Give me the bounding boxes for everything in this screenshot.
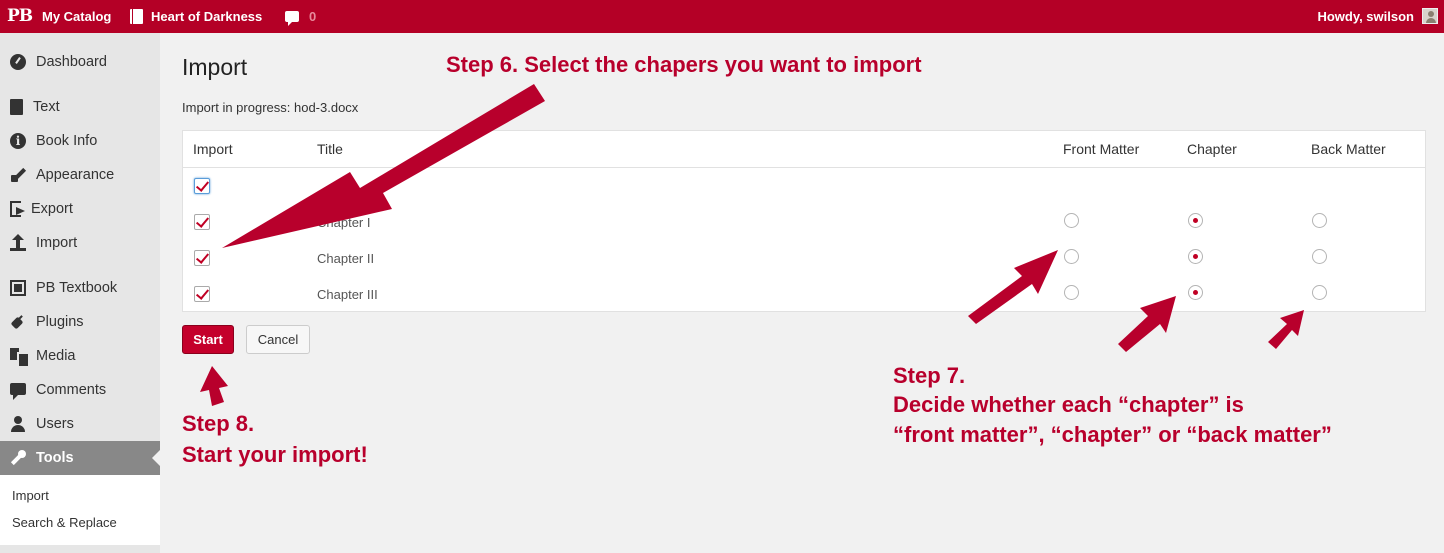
import-checkbox[interactable] — [194, 250, 210, 266]
sidebar-item-label: Users — [36, 416, 74, 432]
tools-submenu: Import Search & Replace — [0, 475, 160, 545]
import-progress-text: Import in progress: hod-3.docx — [182, 100, 359, 115]
annotation-step6: Step 6. Select the chapers you want to i… — [446, 52, 922, 77]
submenu-item-import[interactable]: Import — [12, 488, 49, 503]
user-icon — [10, 416, 26, 432]
sidebar-item-label: Text — [33, 99, 60, 115]
comments-link[interactable]: 0 — [285, 9, 317, 26]
sidebar-item-label: Appearance — [36, 167, 115, 183]
back-matter-radio[interactable] — [1312, 285, 1327, 300]
sidebar-item-tools[interactable]: Tools — [0, 441, 160, 475]
header-divider — [183, 167, 1425, 168]
submenu-item-search-replace[interactable]: Search & Replace — [12, 515, 117, 530]
column-header-back-matter: Back Matter — [1311, 141, 1386, 157]
back-matter-radio[interactable] — [1312, 249, 1327, 264]
pressbooks-logo[interactable]: PB — [7, 6, 33, 26]
comment-count: 0 — [309, 9, 317, 24]
chapter-radio[interactable] — [1188, 249, 1203, 264]
sidebar-item-label: PB Textbook — [36, 280, 118, 296]
comment-icon — [285, 11, 299, 26]
avatar[interactable] — [1422, 8, 1438, 24]
start-button[interactable]: Start — [182, 325, 234, 354]
book-title-label: Heart of Darkness — [151, 9, 263, 24]
sidebar-item-book-info[interactable]: Book Info — [0, 124, 160, 158]
sidebar-item-label: Plugins — [36, 314, 84, 330]
annotation-step7-title: Step 7. — [893, 363, 966, 388]
admin-bar: PB My Catalog Heart of Darkness 0 Howdy,… — [0, 0, 1444, 33]
column-header-import: Import — [193, 141, 233, 157]
info-icon — [10, 133, 26, 149]
import-table: Import Title Front Matter Chapter Back M… — [182, 130, 1426, 312]
import-checkbox[interactable] — [194, 178, 210, 194]
row-title: Chapter I — [317, 215, 371, 230]
book-icon — [10, 99, 23, 115]
sidebar-item-import[interactable]: Import — [0, 226, 160, 260]
dashboard-icon — [10, 54, 26, 70]
sidebar-item-appearance[interactable]: Appearance — [0, 158, 160, 192]
front-matter-radio[interactable] — [1064, 285, 1079, 300]
book-title-link[interactable]: Heart of Darkness — [130, 9, 262, 24]
sidebar-item-export[interactable]: Export — [0, 192, 160, 226]
sidebar-item-label: Import — [36, 235, 78, 251]
import-checkbox[interactable] — [194, 214, 210, 230]
chapter-radio[interactable] — [1188, 285, 1203, 300]
sidebar-item-pb-textbook[interactable]: PB Textbook — [0, 271, 160, 305]
front-matter-radio[interactable] — [1064, 249, 1079, 264]
import-checkbox[interactable] — [194, 286, 210, 302]
export-icon — [10, 201, 25, 217]
column-header-front-matter: Front Matter — [1063, 141, 1140, 157]
row-title: Chapter III — [317, 287, 378, 302]
wrench-icon — [10, 450, 26, 466]
sidebar-item-label: Dashboard — [36, 54, 107, 70]
annotation-step7-line2: Decide whether each “chapter” is — [893, 392, 1244, 417]
sidebar-item-label: Tools — [36, 450, 74, 466]
sidebar-item-text[interactable]: Text — [0, 90, 160, 124]
row-title: Chapter II — [317, 251, 375, 266]
plugin-icon — [10, 314, 26, 330]
page-title: Import — [182, 54, 248, 80]
my-catalog-link[interactable]: My Catalog — [42, 9, 111, 24]
textbook-icon — [10, 280, 26, 296]
sidebar-item-users[interactable]: Users — [0, 407, 160, 441]
back-matter-radio[interactable] — [1312, 213, 1327, 228]
user-greeting[interactable]: Howdy, swilson — [1317, 9, 1414, 24]
cancel-button[interactable]: Cancel — [246, 325, 310, 354]
arrow-step7-back — [1268, 310, 1304, 349]
comment-icon — [10, 382, 26, 400]
sidebar-item-label: Export — [31, 201, 73, 217]
annotation-step7-line3: “front matter”, “chapter” or “back matte… — [893, 422, 1332, 447]
sidebar-item-label: Book Info — [36, 133, 98, 149]
sidebar-item-media[interactable]: Media — [0, 339, 160, 373]
sidebar-item-plugins[interactable]: Plugins — [0, 305, 160, 339]
arrow-step8 — [200, 366, 228, 406]
sidebar-item-dashboard[interactable]: Dashboard — [0, 45, 160, 79]
front-matter-radio[interactable] — [1064, 213, 1079, 228]
brush-icon — [10, 167, 26, 183]
annotation-step8-line2: Start your import! — [182, 442, 368, 467]
sidebar-item-comments[interactable]: Comments — [0, 373, 160, 407]
column-header-chapter: Chapter — [1187, 141, 1237, 157]
chapter-radio[interactable] — [1188, 213, 1203, 228]
book-icon — [130, 9, 143, 24]
sidebar-item-label: Media — [36, 348, 76, 364]
import-icon — [10, 234, 26, 251]
admin-sidebar: Dashboard Text Book Info Appearance Expo… — [0, 33, 160, 553]
sidebar-item-label: Comments — [36, 382, 107, 398]
column-header-title: Title — [317, 141, 343, 157]
annotation-step8-title: Step 8. — [182, 411, 255, 436]
media-icon — [10, 348, 30, 368]
